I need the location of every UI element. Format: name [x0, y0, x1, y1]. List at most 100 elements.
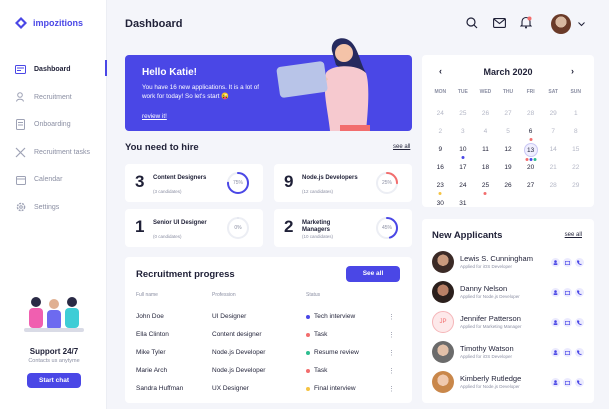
calendar-day-today[interactable]: 13 [519, 141, 542, 161]
mail-icon[interactable] [563, 378, 572, 387]
brand-name: impozitions [33, 18, 83, 28]
applicant-role: Applied for Node.js Developer [460, 384, 520, 389]
sidebar-item-recruitment-tasks[interactable]: Recruitment tasks [0, 139, 107, 167]
profile-icon[interactable] [551, 258, 560, 267]
hire-card-nodejs-developers[interactable]: 9 Node.js Developers (12 candidates) 25% [274, 164, 412, 202]
calendar-day[interactable]: 19 [497, 159, 520, 177]
sidebar-item-settings[interactable]: Settings [0, 194, 107, 222]
hire-see-all-link[interactable]: see all [393, 144, 410, 150]
calendar-day[interactable]: 27 [519, 177, 542, 195]
calendar-widget: ‹ March 2020 › MON TUE WED THU FRI SAT S… [422, 55, 594, 207]
mail-icon[interactable] [493, 18, 506, 28]
hire-progress-ring: 75% [226, 171, 250, 195]
calendar-day[interactable]: 23 [429, 177, 452, 195]
search-icon[interactable] [466, 17, 478, 29]
calendar-day[interactable]: 17 [452, 159, 475, 177]
phone-icon[interactable] [575, 258, 584, 267]
calendar-day[interactable]: 25 [452, 105, 475, 123]
bell-icon[interactable] [520, 16, 532, 29]
profile-icon[interactable] [551, 288, 560, 297]
see-all-button[interactable]: See all [346, 266, 400, 282]
calendar-day[interactable]: 26 [474, 105, 497, 123]
calendar-day[interactable]: 29 [564, 177, 587, 195]
sidebar-item-calendar[interactable]: Calendar [0, 166, 107, 194]
calendar-day[interactable]: 27 [497, 105, 520, 123]
calendar-day[interactable]: 26 [497, 177, 520, 195]
calendar-day[interactable]: 7 [542, 123, 565, 141]
calendar-day[interactable]: 11 [474, 141, 497, 159]
applicants-see-all-link[interactable]: see all [565, 232, 582, 238]
calendar-day[interactable]: 16 [429, 159, 452, 177]
brand-logo[interactable]: impozitions [15, 17, 83, 29]
phone-icon[interactable] [575, 288, 584, 297]
hire-card-content-designers[interactable]: 3 Content Designers (3 candidates) 75% [125, 164, 263, 202]
mail-icon[interactable] [563, 318, 572, 327]
profile-icon[interactable] [551, 318, 560, 327]
calendar-day[interactable]: 15 [564, 141, 587, 159]
applicant-item[interactable]: Lewis S. Cunningham Applied for iOS Deve… [432, 251, 588, 273]
applicants-title: New Applicants [432, 230, 503, 241]
applicant-name: Lewis S. Cunningham [460, 254, 533, 263]
calendar-day[interactable]: 29 [542, 105, 565, 123]
calendar-day[interactable]: 14 [542, 141, 565, 159]
profile-icon[interactable] [551, 378, 560, 387]
calendar-day[interactable]: 5 [497, 123, 520, 141]
calendar-day[interactable]: 10 [452, 141, 475, 159]
table-row[interactable]: Ella Clinton Content designer Task ⋮ [125, 327, 412, 344]
more-icon[interactable]: ⋮ [388, 349, 395, 357]
row-status: Final interview [306, 385, 356, 392]
more-icon[interactable]: ⋮ [388, 313, 395, 321]
table-row[interactable]: Sandra Huffman UX Designer Final intervi… [125, 381, 412, 398]
more-icon[interactable]: ⋮ [388, 367, 395, 375]
calendar-day[interactable]: 8 [564, 123, 587, 141]
calendar-day[interactable]: 18 [474, 159, 497, 177]
calendar-day[interactable]: 12 [497, 141, 520, 159]
calendar-day[interactable]: 28 [542, 177, 565, 195]
profile-icon[interactable] [551, 348, 560, 357]
calendar-day[interactable]: 9 [429, 141, 452, 159]
calendar-day[interactable]: 24 [429, 105, 452, 123]
hire-card-marketing-managers[interactable]: 2 Marketing Managers (10 candidates) 45% [274, 209, 412, 247]
applicant-item[interactable]: JP Jennifer Patterson Applied for Market… [432, 311, 588, 333]
calendar-day[interactable]: 22 [564, 159, 587, 177]
avatar[interactable] [551, 14, 571, 34]
calendar-day[interactable]: 25 [474, 177, 497, 195]
start-chat-button[interactable]: Start chat [27, 373, 81, 388]
row-profession: Content designer [212, 331, 262, 338]
calendar-day[interactable]: 4 [474, 123, 497, 141]
applicant-item[interactable]: Timothy Watson Applied for iOS Developer [432, 341, 588, 363]
review-link[interactable]: review it! [142, 113, 167, 120]
hire-card-senior-ui-designer[interactable]: 1 Senior UI Designer (0 candidates) 0% [125, 209, 263, 247]
phone-icon[interactable] [575, 318, 584, 327]
calendar-day[interactable]: 3 [452, 123, 475, 141]
calendar-day[interactable]: 20 [519, 159, 542, 177]
phone-icon[interactable] [575, 378, 584, 387]
calendar-day[interactable]: 6 [519, 123, 542, 141]
applicant-item[interactable]: Danny Nelson Applied for Node.js Develop… [432, 281, 588, 303]
mail-icon[interactable] [563, 348, 572, 357]
chevron-down-icon[interactable] [578, 22, 585, 27]
calendar-day[interactable]: 24 [452, 177, 475, 195]
calendar-day[interactable]: 1 [564, 105, 587, 123]
sidebar-item-onboarding[interactable]: Onboarding [0, 111, 107, 139]
calendar-day[interactable]: 31 [452, 195, 475, 213]
table-row[interactable]: Mike Tyler Node.js Developer Resume revi… [125, 345, 412, 362]
calendar-day[interactable]: 28 [519, 105, 542, 123]
tools-icon [15, 147, 26, 158]
mail-icon[interactable] [563, 288, 572, 297]
chevron-right-icon[interactable]: › [571, 66, 574, 76]
more-icon[interactable]: ⋮ [388, 385, 395, 393]
table-row[interactable]: Marie Arch Node.js Developer Task ⋮ [125, 363, 412, 380]
mail-icon[interactable] [563, 258, 572, 267]
row-profession: Node.js Developer [212, 349, 266, 356]
phone-icon[interactable] [575, 348, 584, 357]
sidebar-item-recruitment[interactable]: Recruitment [0, 84, 107, 112]
applicant-item[interactable]: Kimberly Rutledge Applied for Node.js De… [432, 371, 588, 393]
calendar-day[interactable]: 21 [542, 159, 565, 177]
table-row[interactable]: John Doe UI Designer Tech interview ⋮ [125, 309, 412, 326]
sidebar-item-dashboard[interactable]: Dashboard [0, 56, 107, 84]
calendar-day[interactable]: 2 [429, 123, 452, 141]
more-icon[interactable]: ⋮ [388, 331, 395, 339]
calendar-day[interactable]: 30 [429, 195, 452, 213]
support-subtitle: Contacts us anytyme [28, 358, 80, 364]
